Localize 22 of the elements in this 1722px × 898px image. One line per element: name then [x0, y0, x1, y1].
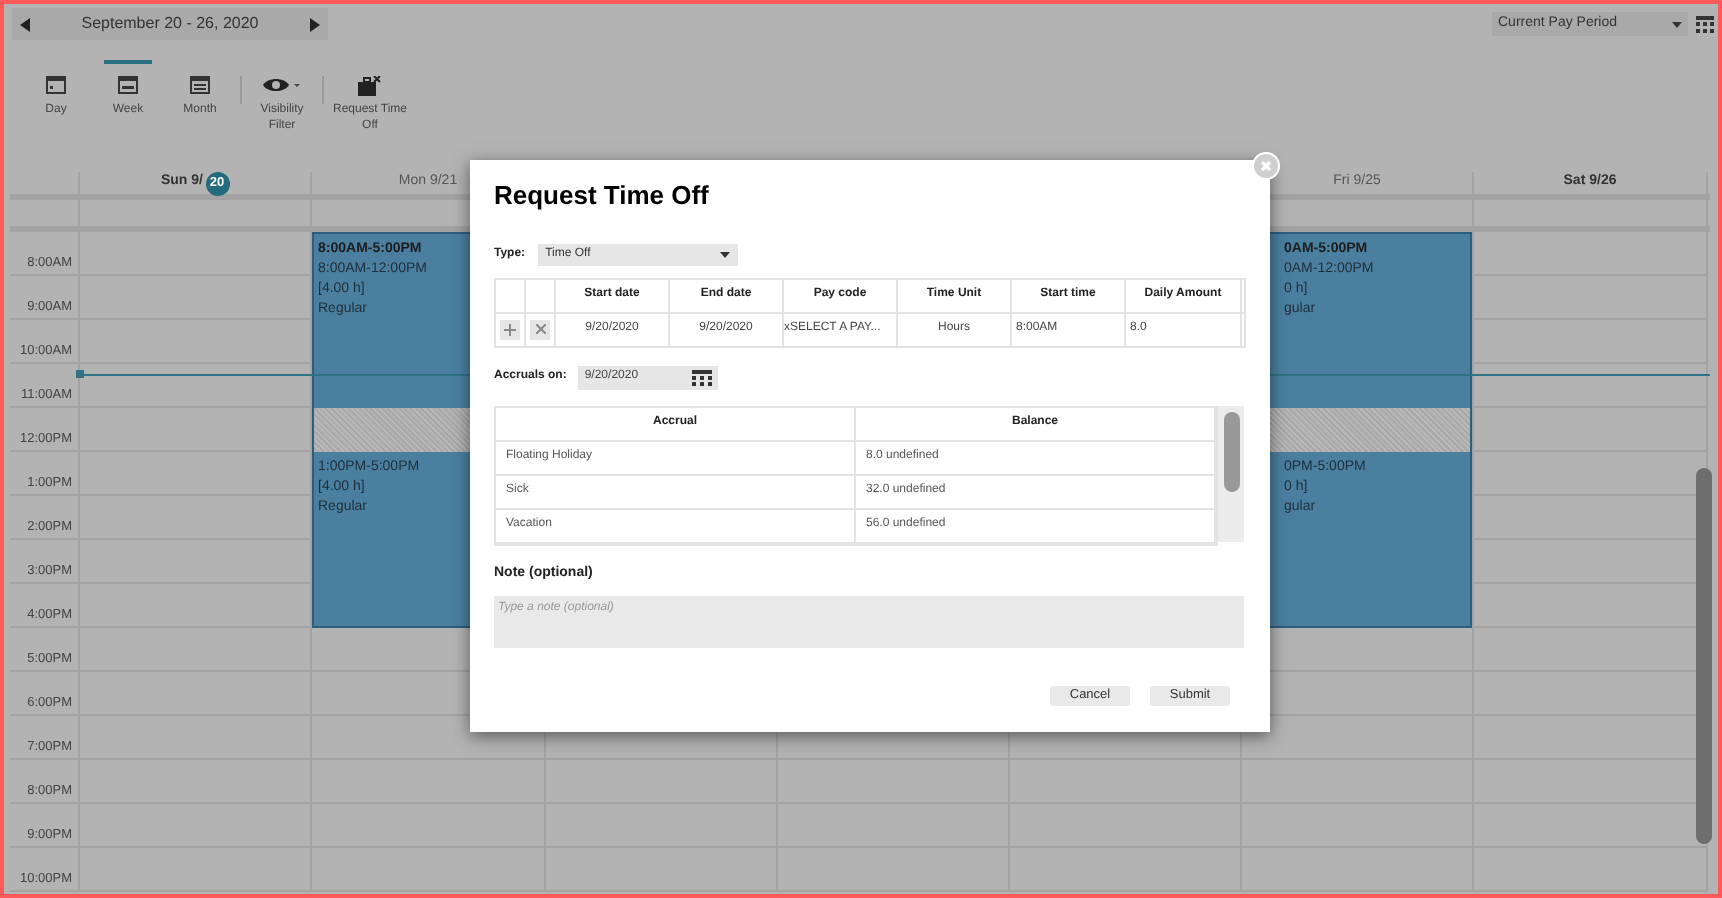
remove-button[interactable] — [530, 319, 550, 339]
current-time-marker — [76, 370, 84, 378]
calendar-icon — [118, 76, 138, 94]
calendar-icon — [46, 76, 66, 94]
scrollbar-thumb[interactable] — [1696, 468, 1712, 844]
calendar-icon — [190, 76, 210, 94]
add-button[interactable] — [500, 319, 520, 339]
plus-icon — [504, 323, 516, 335]
close-button[interactable] — [1252, 152, 1280, 180]
eye-icon — [262, 76, 302, 94]
previous-icon[interactable] — [20, 17, 30, 31]
grid-menu-icon[interactable] — [1696, 15, 1714, 33]
caret-icon — [1672, 21, 1682, 27]
date-range-label: September 20 - 26, 2020 — [81, 12, 259, 36]
dialog-title: Request Time Off — [494, 178, 711, 214]
scrollbar-thumb[interactable] — [1223, 411, 1239, 491]
close-icon — [1260, 160, 1272, 172]
calendar-icon[interactable] — [692, 369, 713, 385]
next-icon[interactable] — [309, 17, 320, 31]
caret-icon — [719, 251, 730, 257]
close-icon — [535, 324, 545, 334]
suitcase-icon — [358, 75, 382, 95]
